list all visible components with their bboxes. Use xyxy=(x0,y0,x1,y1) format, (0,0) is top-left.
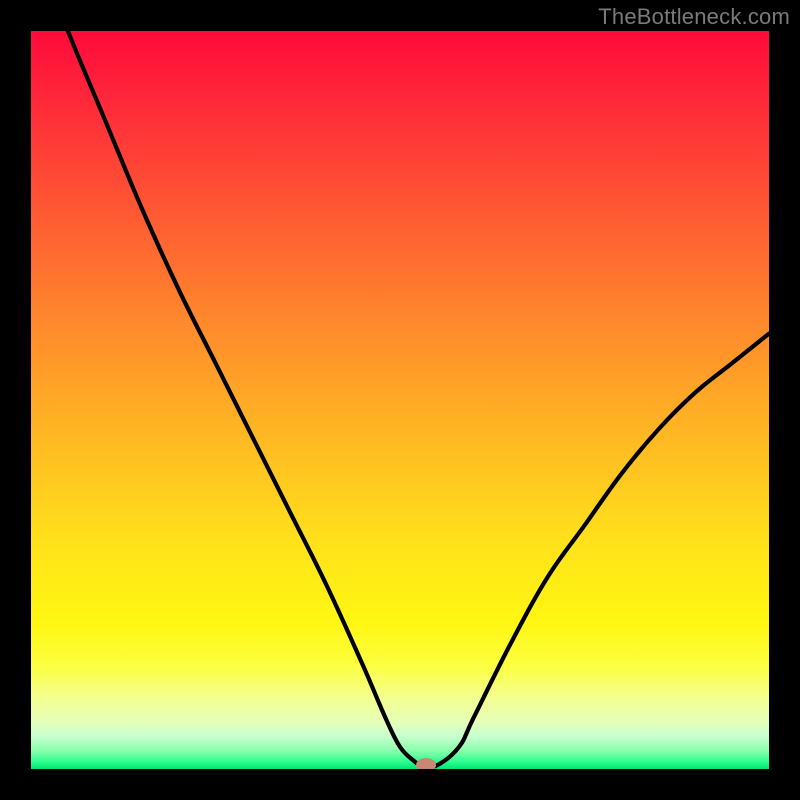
chart-frame: TheBottleneck.com xyxy=(0,0,800,800)
plot-area xyxy=(31,31,769,769)
watermark-text: TheBottleneck.com xyxy=(598,4,790,30)
optimal-point-marker xyxy=(416,758,436,769)
bottleneck-curve xyxy=(31,31,769,769)
